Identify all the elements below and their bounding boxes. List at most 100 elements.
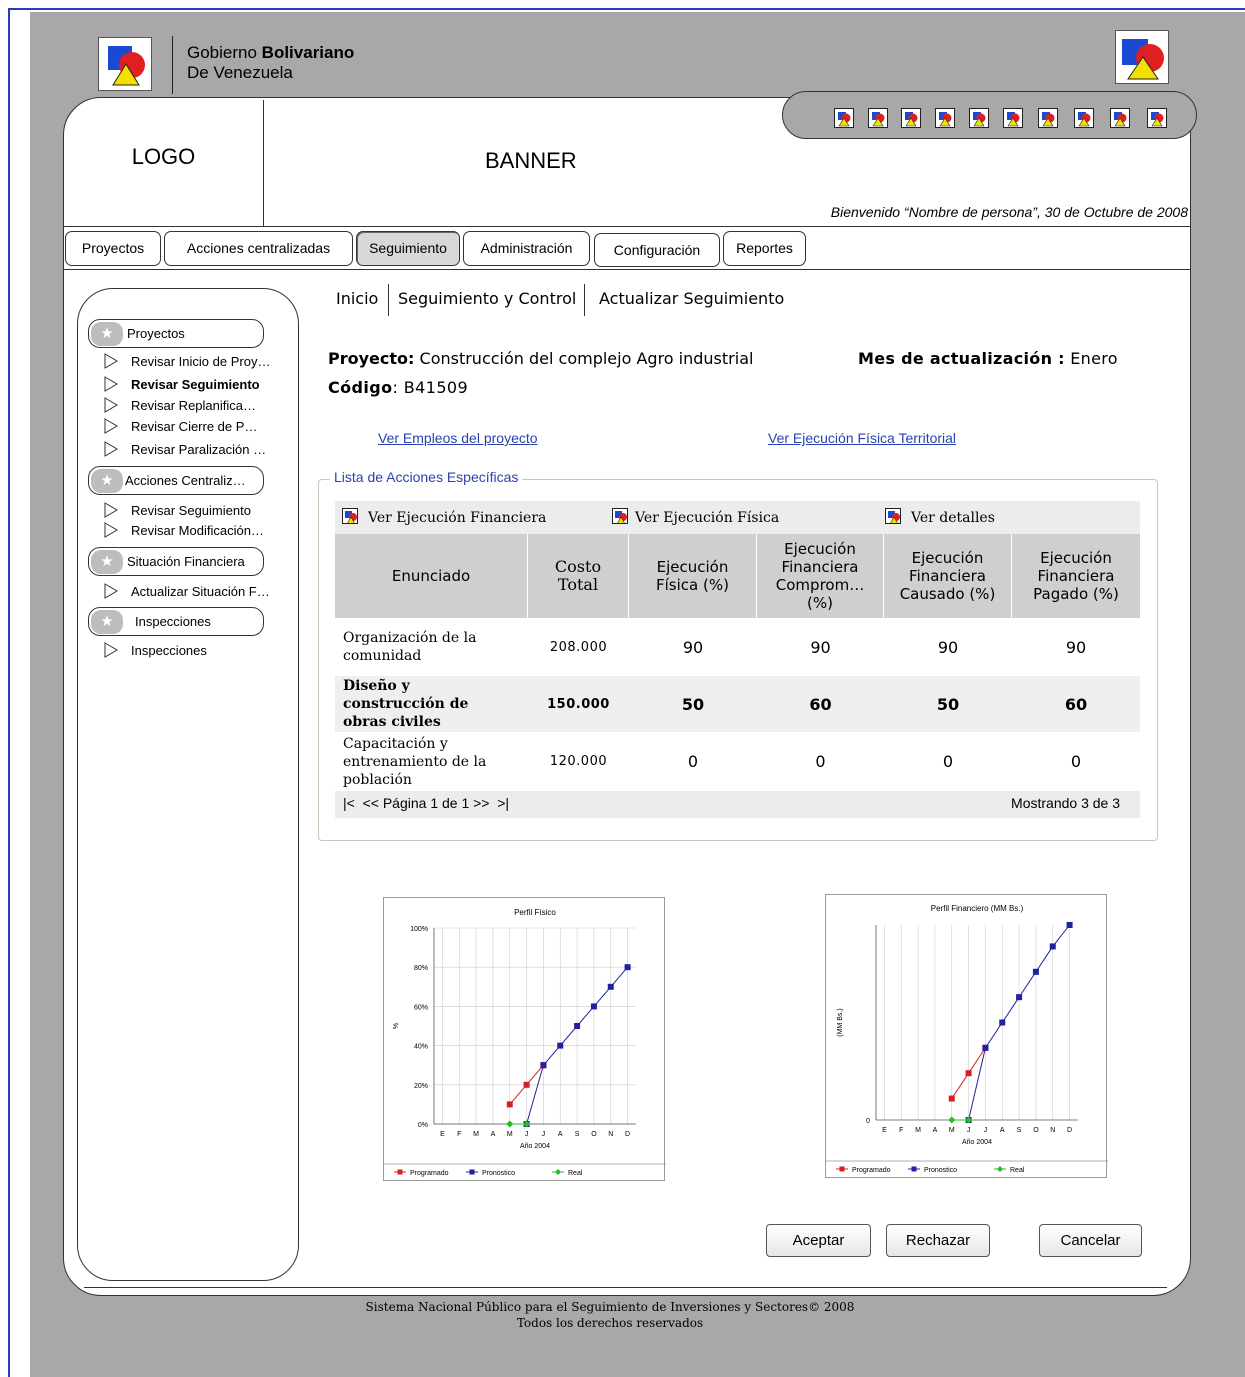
col-costo-total[interactable]: Costo Total [528,534,629,618]
footer-divider [84,1287,1167,1288]
x-tick-label: N [608,1131,613,1138]
table-header: Enunciado Costo Total Ejecución Física (… [335,534,1140,618]
data-point [624,964,631,971]
row-causado: 50 [936,694,960,714]
x-tick-label: M [507,1131,513,1138]
col-ejecucion-pagado[interactable]: Ejecución Financiera Pagado (%) [1012,534,1140,618]
ver-ejecucion-fisica-icon[interactable] [612,508,628,524]
cancel-button[interactable]: Cancelar [1039,1224,1142,1257]
pagination-controls[interactable]: |< << Página 1 de 1 >> >| [343,795,509,811]
triangle-icon [104,418,118,434]
quick-action-icon[interactable] [1003,108,1023,128]
ver-ejecucion-financiera-icon[interactable] [342,508,358,524]
x-tick-label: N [1050,1127,1055,1134]
ver-detalles-button[interactable]: Ver detalles [911,510,995,526]
ver-ejecucion-financiera-button[interactable]: Ver Ejecución Financiera [368,510,546,526]
x-tick-label: A [491,1131,496,1138]
tab-reportes[interactable]: Reportes [723,231,806,266]
data-point [557,1042,564,1049]
chart-title: Perfil Financiero (MM Bs.) [931,904,1024,913]
breadcrumb-seguimiento-control[interactable]: Seguimiento y Control [398,289,576,308]
row-name: Organización de la comunidad [343,630,477,664]
table-row[interactable]: Organización de la comunidad 208.000 90 … [335,618,1140,676]
data-point [1066,922,1073,928]
sidebar-item-revisar-cierre[interactable]: Revisar Cierre de P… [104,418,257,434]
x-tick-label: J [967,1127,971,1134]
col-ejecucion-fisica[interactable]: Ejecución Física (%) [629,534,757,618]
legend-label: Programado [410,1170,449,1177]
data-point [1032,968,1039,975]
sidebar-item-revisar-inicio[interactable]: Revisar Inicio de Proy… [104,353,270,369]
sidebar-item-revisar-paralizacion[interactable]: Revisar Paralización … [104,441,266,457]
link-ver-ejecucion-territorial[interactable]: Ver Ejecución Física Territorial [768,430,956,446]
footer-rights: Todos los derechos reservados [516,1316,704,1330]
x-tick-label: A [558,1131,563,1138]
y-tick-label: 0% [418,1122,428,1129]
quick-action-icon[interactable] [1110,108,1130,128]
table-row-selected[interactable]: Diseño y construcción de obras civiles 1… [335,676,1140,732]
col-ejecucion-causado[interactable]: Ejecución Financiera Causado (%) [884,534,1012,618]
link-ver-empleos[interactable]: Ver Empleos del proyecto [378,430,538,446]
data-point [982,1044,989,1051]
quick-action-icon[interactable] [1147,108,1167,128]
data-point [1016,994,1023,1001]
table-row[interactable]: Capacitación y entrenamiento de la pobla… [335,732,1140,791]
footer-copyright: Sistema Nacional Público para el Seguimi… [365,1300,855,1314]
sidebar-item-actualizar-situacion[interactable]: Actualizar Situación F… [104,583,270,599]
x-tick-label: A [933,1127,938,1134]
accept-button[interactable]: Aceptar [766,1224,871,1257]
project-code: Código: B41509 [328,378,469,397]
legend-label: Pronostico [482,1170,515,1177]
quick-action-icon[interactable] [1074,108,1094,128]
legend-marker [555,1169,561,1175]
star-icon: ★ [91,469,123,493]
ver-ejecucion-fisica-button[interactable]: Ver Ejecución Física [635,510,779,526]
sidebar [77,288,299,1281]
col-ejecucion-comprometido[interactable]: Ejecución Financiera Comprom… (%) [757,534,884,618]
triangle-icon [104,502,118,518]
row-causado: 90 [937,637,959,657]
quick-action-icon[interactable] [868,108,888,128]
row-name: Capacitación y entrenamiento de la pobla… [343,735,487,788]
star-icon: ★ [91,550,123,574]
sidebar-group-situacion-financiera[interactable]: ★ Situación Financiera [88,547,264,576]
sidebar-group-inspecciones[interactable]: ★ Inspecciones [88,607,264,636]
banner-area: BANNER [485,148,577,173]
sidebar-item-acciones-seguimiento[interactable]: Revisar Seguimiento [104,502,251,518]
sidebar-group-proyectos[interactable]: ★ Proyectos [88,319,264,348]
y-axis-label: (MM Bs.) [837,1008,844,1036]
y-tick-label: 20% [414,1083,428,1090]
tab-configuracion[interactable]: Configuración [594,233,720,267]
sidebar-item-revisar-seguimiento[interactable]: Revisar Seguimiento [104,376,260,392]
quick-action-icon[interactable] [901,108,921,128]
triangle-icon [104,376,118,392]
tab-administracion[interactable]: Administración [463,231,590,266]
sidebar-item-acciones-modificacion[interactable]: Revisar Modificación… [104,522,264,538]
quick-action-icon[interactable] [935,108,955,128]
quick-action-icon[interactable] [969,108,989,128]
x-tick-label: M [949,1127,955,1134]
chart-perfil-financiero: Perfil Financiero (MM Bs.) E F M A M J J A S O N D 0 A… [825,894,1108,1178]
data-point [590,1003,597,1010]
quick-action-icon[interactable] [1038,108,1058,128]
legend-marker [839,1166,845,1172]
tab-proyectos[interactable]: Proyectos [65,231,161,266]
showing-count: Mostrando 3 de 3 [1011,795,1120,811]
quick-action-icon[interactable] [834,108,854,128]
breadcrumb-inicio[interactable]: Inicio [336,289,378,308]
x-tick-label: A [1000,1127,1005,1134]
row-cost: 120.000 [549,754,608,769]
ver-detalles-icon[interactable] [885,508,901,524]
gov-logo-right-icon [1115,30,1169,84]
sidebar-item-revisar-replanificacion[interactable]: Revisar Replanifica… [104,397,256,413]
tab-seguimiento[interactable]: Seguimiento [356,231,460,266]
legend-label: Real [1010,1167,1025,1174]
sidebar-item-inspecciones[interactable]: Inspecciones [104,642,207,658]
col-enunciado[interactable]: Enunciado [335,534,528,618]
table-pager: |< << Página 1 de 1 >> >| Mostrando 3 de… [335,791,1140,818]
header-divider [64,226,1190,227]
reject-button[interactable]: Rechazar [886,1224,990,1257]
sidebar-group-acciones[interactable]: ★ Acciones Centraliz… [88,466,264,495]
x-tick-label: F [899,1127,903,1134]
tab-acciones-centralizadas[interactable]: Acciones centralizadas [164,231,353,266]
